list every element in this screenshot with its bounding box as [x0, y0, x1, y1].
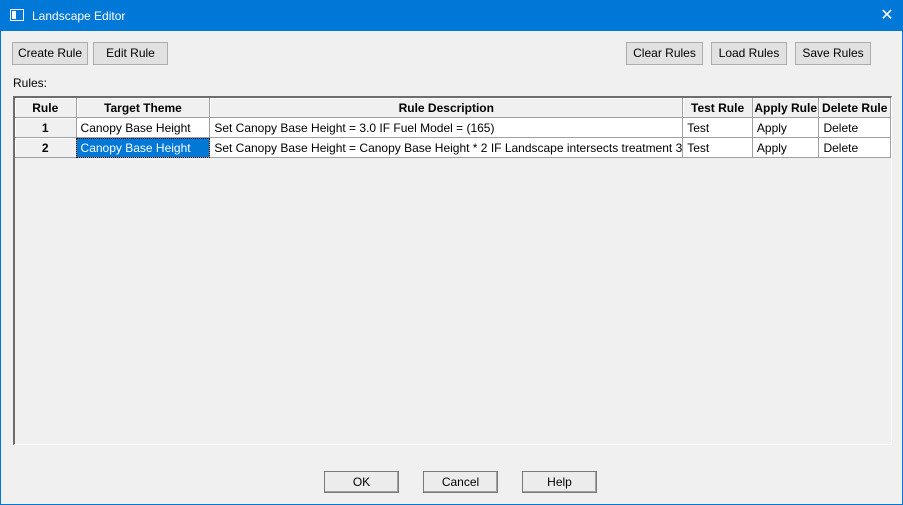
help-button[interactable]: Help	[522, 471, 597, 493]
column-header-test-rule[interactable]: Test Rule	[682, 98, 753, 118]
save-rules-button[interactable]: Save Rules	[795, 42, 871, 65]
ok-button[interactable]: OK	[324, 471, 399, 493]
column-header-target-theme[interactable]: Target Theme	[76, 98, 211, 118]
test-rule-cell[interactable]: Test	[682, 117, 753, 138]
table-header-row: Rule Target Theme Rule Description Test …	[15, 98, 891, 118]
create-rule-button[interactable]: Create Rule	[12, 42, 88, 65]
rule-description-cell[interactable]: Set Canopy Base Height = Canopy Base Hei…	[209, 137, 684, 158]
delete-rule-cell[interactable]: Delete	[818, 137, 891, 158]
column-header-delete-rule[interactable]: Delete Rule	[818, 98, 891, 118]
close-icon[interactable]: ✕	[872, 1, 902, 31]
rules-label: Rules:	[13, 76, 48, 90]
column-header-rule-description[interactable]: Rule Description	[209, 98, 684, 118]
rules-table: Rule Target Theme Rule Description Test …	[15, 98, 891, 158]
delete-rule-cell[interactable]: Delete	[818, 117, 891, 138]
edit-rule-button[interactable]: Edit Rule	[93, 42, 168, 65]
column-header-apply-rule[interactable]: Apply Rule	[752, 98, 820, 118]
apply-rule-cell[interactable]: Apply	[752, 117, 820, 138]
target-theme-cell[interactable]: Canopy Base Height	[76, 117, 211, 138]
clear-rules-button[interactable]: Clear Rules	[626, 42, 703, 65]
rule-description-cell[interactable]: Set Canopy Base Height = 3.0 IF Fuel Mod…	[209, 117, 684, 138]
window-title: Landscape Editor	[32, 9, 126, 23]
title-bar: Landscape Editor ✕	[1, 1, 902, 31]
window-icon	[10, 9, 24, 21]
table-row: 1 Canopy Base Height Set Canopy Base Hei…	[15, 117, 891, 138]
load-rules-button[interactable]: Load Rules	[711, 42, 787, 65]
rules-grid[interactable]: Rule Target Theme Rule Description Test …	[13, 96, 892, 445]
target-theme-cell-selected[interactable]: Canopy Base Height	[76, 137, 211, 158]
apply-rule-cell[interactable]: Apply	[752, 137, 820, 158]
column-header-rule[interactable]: Rule	[15, 98, 77, 118]
rule-number-cell[interactable]: 1	[15, 117, 77, 138]
table-row: 2 Canopy Base Height Set Canopy Base Hei…	[15, 137, 891, 158]
test-rule-cell[interactable]: Test	[682, 137, 753, 158]
rule-number-cell[interactable]: 2	[15, 137, 77, 158]
cancel-button[interactable]: Cancel	[423, 471, 498, 493]
landscape-editor-window: Landscape Editor ✕ Create Rule Edit Rule…	[0, 0, 903, 505]
